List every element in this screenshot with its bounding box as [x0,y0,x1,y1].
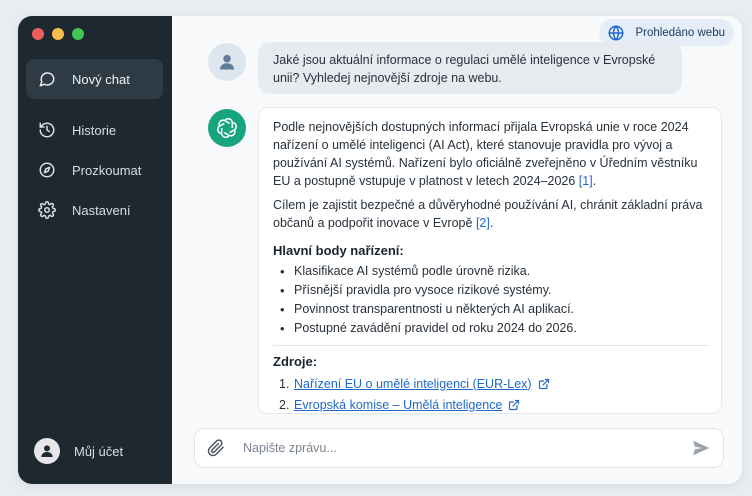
chat-bubble-icon [38,70,56,88]
compass-icon [38,161,56,179]
openai-logo-icon [217,117,237,139]
user-icon [41,445,53,457]
web-search-label: Prohledáno webu [635,26,725,39]
new-chat-label: Nový chat [72,71,130,87]
message-composer [194,428,724,468]
assistant-avatar [208,109,246,147]
external-link-icon[interactable] [538,378,550,390]
sidebar-item-history[interactable]: Historie [26,110,163,150]
user-message: Jaké jsou aktuální informace o regulaci … [258,42,682,94]
list-item: Klasifikace AI systémů podle úrovně rizi… [280,262,709,281]
account-label: Můj účet [74,443,124,459]
source-link[interactable]: Evropská komise – Umělá inteligence [294,396,502,414]
minimize-window-button[interactable] [52,28,64,40]
external-link-icon[interactable] [508,399,520,411]
sidebar-item-label: Prozkoumat [72,162,142,178]
avatar [34,438,60,464]
user-avatar [208,43,246,81]
close-window-button[interactable] [32,28,44,40]
source-number: 1. [279,376,290,391]
assistant-paragraph: Cílem je zajistit bezpečné a důvěryhodné… [273,198,703,230]
citation-link[interactable]: [2] [476,216,490,230]
app-window: Nový chat Historie Prozkoumat Nastavení [18,16,742,484]
window-controls [32,28,84,40]
paperclip-icon[interactable] [207,439,225,457]
sidebar-nav: Nový chat Historie Prozkoumat Nastavení [26,59,163,230]
key-points-heading: Hlavní body nařízení: [273,243,404,258]
source-link[interactable]: Nařízení EU o umělé inteligenci (EUR-Lex… [294,375,532,393]
globe-icon [607,24,625,42]
sidebar-item-settings[interactable]: Nastavení [26,190,163,230]
source-item: 1. Nařízení EU o umělé inteligenci (EUR-… [279,373,709,394]
assistant-message: Podle nejnovějších dostupných informací … [258,107,722,414]
history-icon [38,121,56,139]
maximize-window-button[interactable] [72,28,84,40]
citation-link[interactable]: [1] [579,174,593,188]
account-button[interactable]: Můj účet [34,438,123,464]
assistant-paragraph-text: Podle nejnovějších dostupných informací … [273,120,698,188]
list-item: Postupné zavádění pravidel od roku 2024 … [280,319,709,338]
list-item: Povinnost transparentnosti u některých A… [280,300,709,319]
source-item: 2. Evropská komise – Umělá inteligence [279,394,709,415]
sidebar-item-label: Historie [72,122,117,138]
divider [273,345,709,346]
source-number: 2. [279,397,290,412]
new-chat-button[interactable]: Nový chat [26,59,163,99]
key-points-list: Klasifikace AI systémů podle úrovně rizi… [273,262,709,338]
gear-icon [38,201,56,219]
sources-list: 1. Nařízení EU o umělé inteligenci (EUR-… [273,373,709,415]
sidebar-item-explore[interactable]: Prozkoumat [26,150,163,190]
assistant-paragraph: Podle nejnovějších dostupných informací … [273,120,698,188]
chat-area: Prohledáno webu Jaké jsou aktuální infor… [172,16,742,484]
message-input[interactable] [243,441,691,455]
user-icon [219,54,235,70]
sources-heading: Zdroje: [273,354,318,369]
sidebar: Nový chat Historie Prozkoumat Nastavení [18,16,172,484]
send-icon[interactable] [691,438,711,458]
sidebar-item-label: Nastavení [72,202,131,218]
list-item: Přísnější pravidla pro vysoce rizikové s… [280,281,709,300]
